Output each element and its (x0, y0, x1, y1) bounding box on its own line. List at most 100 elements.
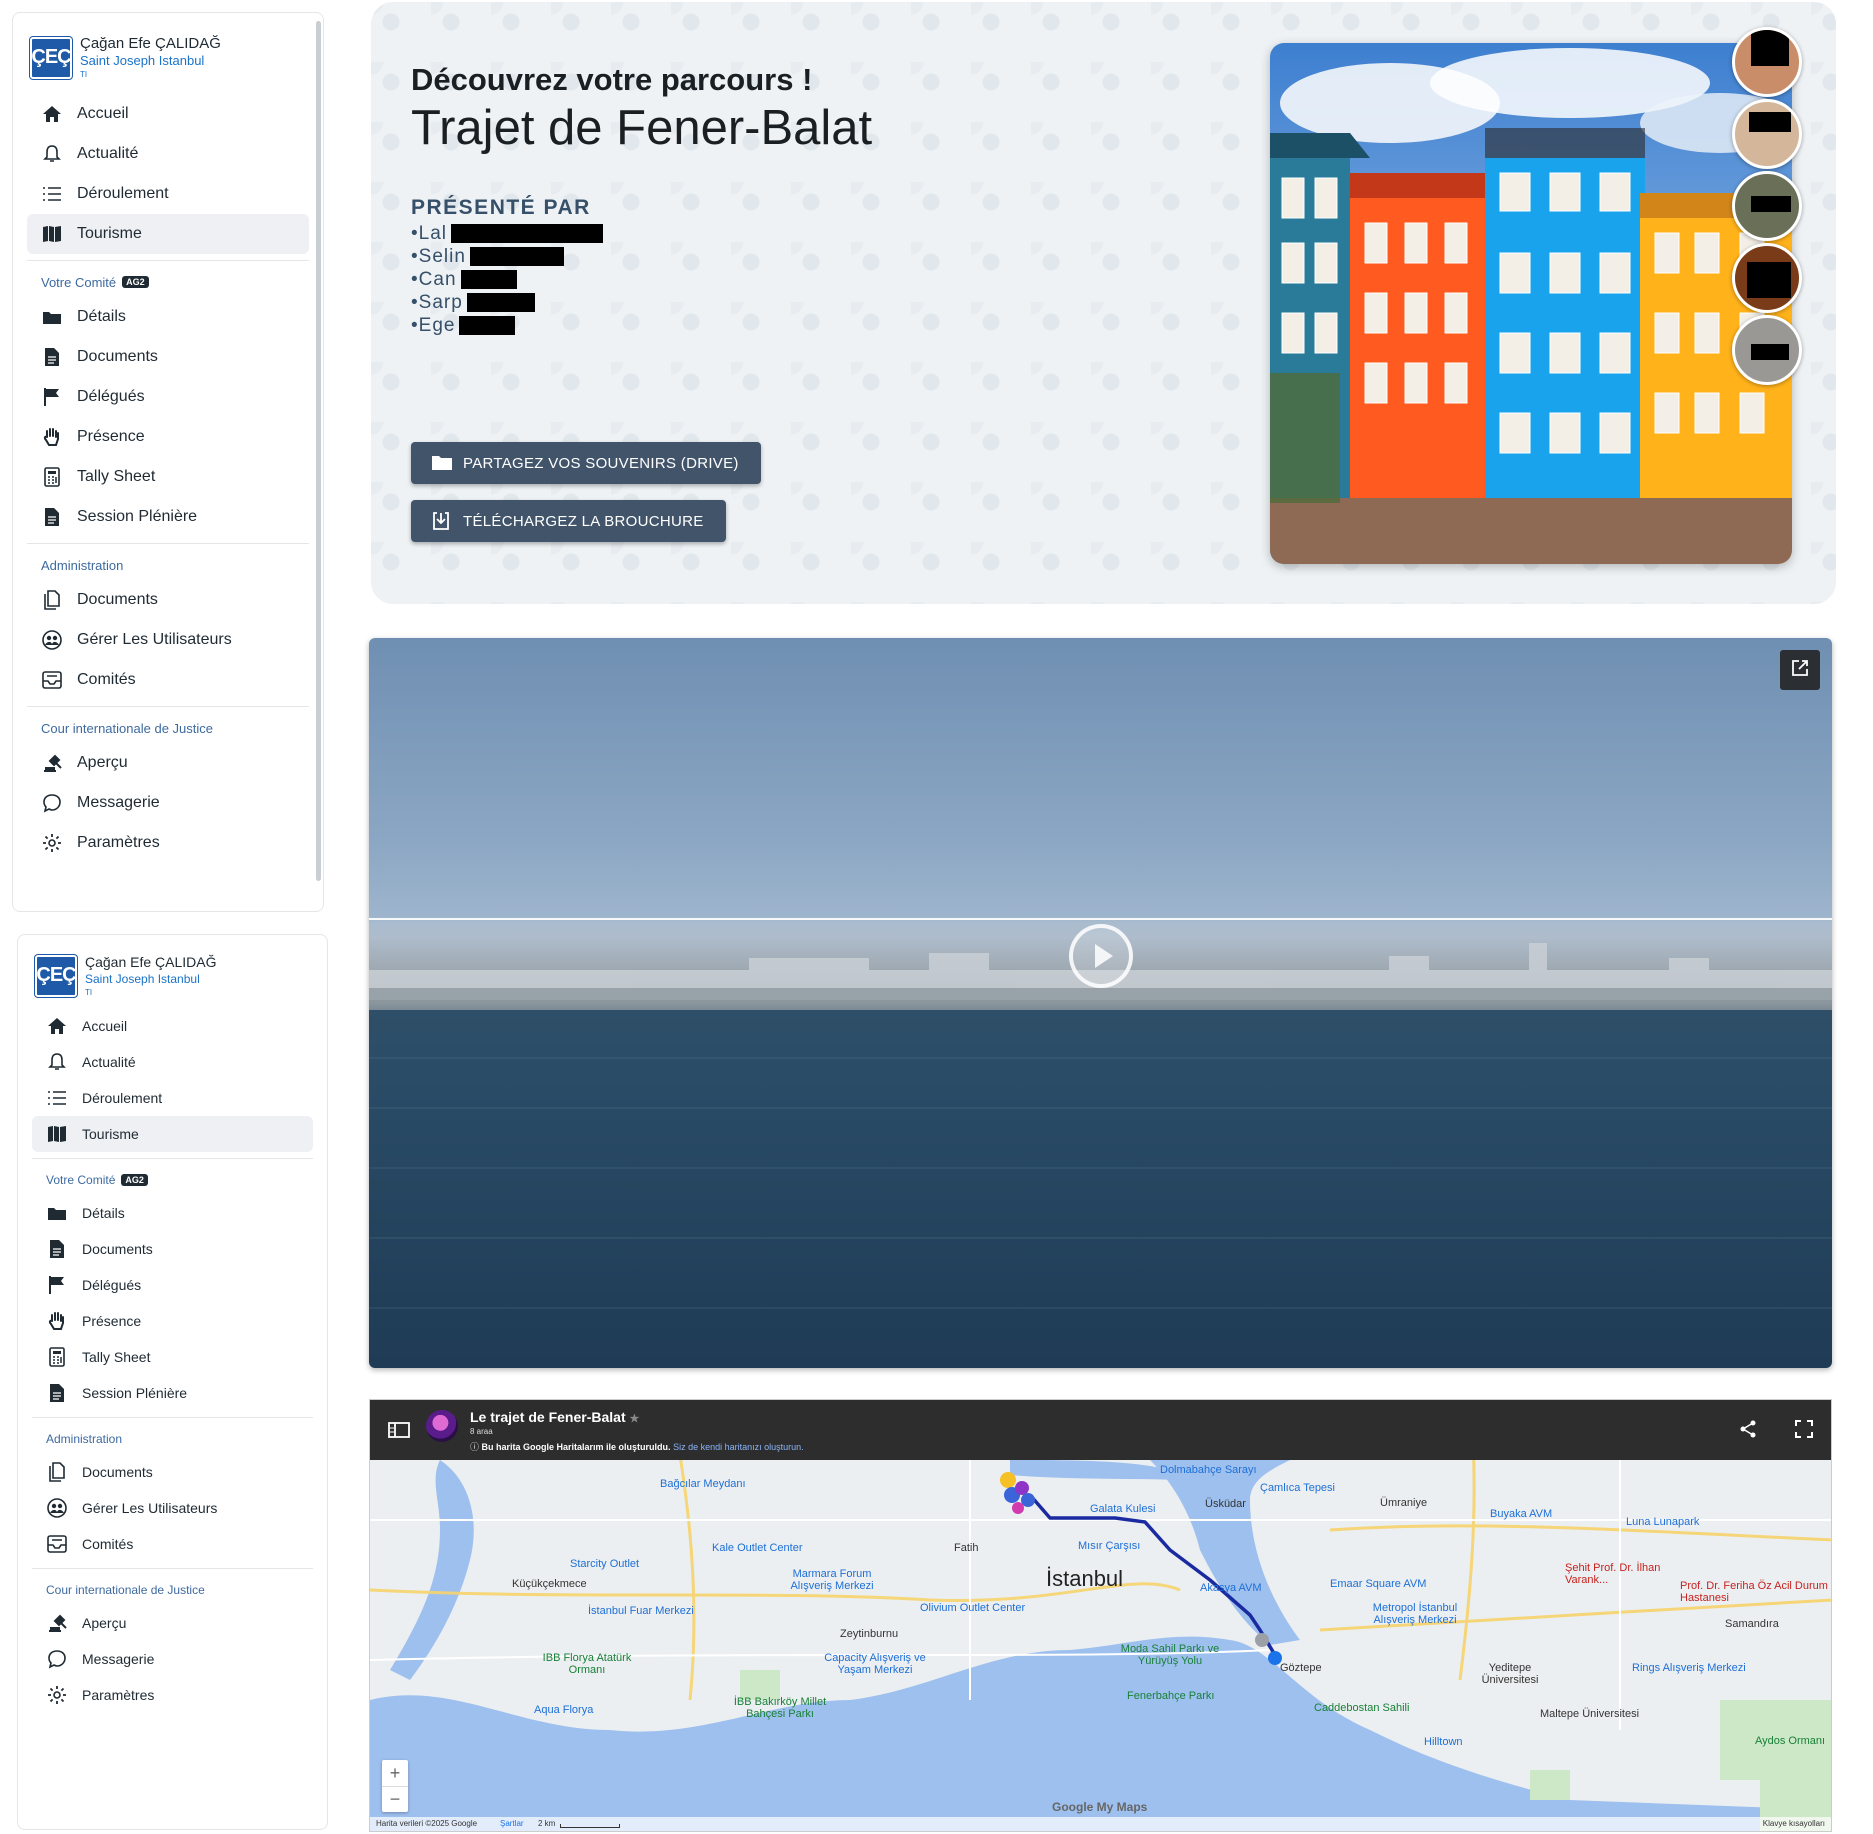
map-label[interactable]: Samandıra (1725, 1618, 1779, 1630)
map-label[interactable]: İBB Bakırköy Millet Bahçesi Parkı (730, 1696, 830, 1720)
nav-documents[interactable]: Documents (32, 1231, 313, 1267)
nav-documents[interactable]: Documents (27, 337, 309, 377)
map-label[interactable]: Akasya AVM (1200, 1582, 1262, 1594)
map-label[interactable]: Caddebostan Sahili (1314, 1702, 1409, 1714)
presenter-avatar[interactable] (1732, 99, 1802, 169)
nav-label: Déroulement (82, 1090, 163, 1106)
map-label[interactable]: Küçükçekmece (512, 1578, 587, 1590)
map-label[interactable]: Zeytinburnu (840, 1628, 898, 1640)
nav-apercu[interactable]: Aperçu (32, 1605, 313, 1641)
nav-delegues[interactable]: Délégués (27, 377, 309, 417)
presenter-avatar[interactable] (1732, 315, 1802, 385)
map-label[interactable]: Çamlıca Tepesi (1260, 1482, 1335, 1494)
map-label[interactable]: Moda Sahil Parkı ve Yürüyüş Yolu (1110, 1643, 1230, 1667)
nav-accueil[interactable]: Accueil (27, 94, 309, 134)
nav-tourisme[interactable]: Tourisme (27, 214, 309, 254)
map-label[interactable]: Aydos Ormanı (1755, 1735, 1825, 1747)
nav-apercu[interactable]: Aperçu (27, 743, 309, 783)
map-label[interactable]: Starcity Outlet (570, 1558, 639, 1570)
star-icon[interactable]: ★ (630, 1413, 640, 1425)
create-map-link[interactable]: Siz de kendi haritanızı oluşturun. (673, 1442, 804, 1452)
nav-actualite[interactable]: Actualité (32, 1044, 313, 1080)
map-label[interactable]: Capacity Alışveriş ve Yaşam Merkezi (810, 1652, 940, 1676)
play-button[interactable] (1069, 924, 1133, 988)
nav-parametres[interactable]: Paramètres (32, 1677, 313, 1713)
zoom-in-button[interactable]: + (382, 1760, 408, 1786)
nav-label: Documents (82, 1241, 153, 1257)
google-my-maps-embed[interactable]: Bağcılar Meydanı Dolmabahçe Sarayı Çamlı… (369, 1399, 1832, 1832)
nav-tourisme[interactable]: Tourisme (32, 1116, 313, 1152)
presenter-avatar[interactable] (1732, 171, 1802, 241)
nav-messagerie[interactable]: Messagerie (27, 783, 309, 823)
nav-tally-sheet[interactable]: Tally Sheet (27, 457, 309, 497)
map-label[interactable]: Ümraniye (1380, 1497, 1427, 1509)
map-label[interactable]: Olivium Outlet Center (920, 1602, 1025, 1614)
map-label[interactable]: Marmara Forum Alışveriş Merkezi (772, 1568, 892, 1592)
video-player[interactable] (369, 638, 1832, 1368)
map-label[interactable]: Buyaka AVM (1490, 1508, 1552, 1520)
map-label[interactable]: Mısır Çarşısı (1078, 1540, 1140, 1552)
nav-deroulement[interactable]: Déroulement (27, 174, 309, 214)
nav-details[interactable]: Détails (32, 1195, 313, 1231)
nav-tally-sheet[interactable]: Tally Sheet (32, 1339, 313, 1375)
map-label[interactable]: Hilltown (1424, 1736, 1463, 1748)
nav-admin-documents[interactable]: Documents (27, 580, 309, 620)
map-label[interactable]: Göztepe (1280, 1662, 1322, 1674)
nav-gerer-utilisateurs[interactable]: Gérer Les Utilisateurs (32, 1490, 313, 1526)
nav-parametres[interactable]: Paramètres (27, 823, 309, 863)
map-label[interactable]: Prof. Dr. Feriha Öz Acil Durum Hastanesi (1680, 1580, 1830, 1604)
sidebar-duplicate: ÇEÇ Çağan Efe ÇALIDAĞ Saint Joseph Istan… (17, 934, 328, 1830)
users-icon (46, 1497, 68, 1519)
nav-comites[interactable]: Comités (32, 1526, 313, 1562)
map-label[interactable]: Emaar Square AVM (1330, 1578, 1426, 1590)
map-label[interactable]: Şehit Prof. Dr. İlhan Varank... (1565, 1562, 1665, 1586)
nav-label: Accueil (77, 105, 129, 122)
nav-presence[interactable]: Présence (32, 1303, 313, 1339)
nav-actualite[interactable]: Actualité (27, 134, 309, 174)
nav-session-pleniere[interactable]: Session Plénière (32, 1375, 313, 1411)
user-profile[interactable]: ÇEÇ Çağan Efe ÇALIDAĞ Saint Joseph Istan… (13, 13, 323, 80)
hand-icon (46, 1310, 68, 1332)
map-owner-avatar[interactable] (426, 1410, 458, 1442)
map-label[interactable]: Dolmabahçe Sarayı (1160, 1464, 1257, 1476)
presenter-avatar[interactable] (1732, 243, 1802, 313)
map-label[interactable]: Metropol İstanbul Alışveriş Merkezi (1355, 1602, 1475, 1626)
download-brochure-button[interactable]: TÉLÉCHARGEZ LA BROUCHURE (411, 500, 726, 542)
map-sidebar-toggle-icon[interactable] (388, 1422, 410, 1443)
share-icon[interactable] (1739, 1420, 1757, 1443)
user-profile[interactable]: ÇEÇ Çağan Efe ÇALIDAĞ Saint Joseph Istan… (18, 935, 327, 998)
keyboard-shortcuts-link[interactable]: Klavye kısayolları (1763, 1819, 1825, 1828)
nav-deroulement[interactable]: Déroulement (32, 1080, 313, 1116)
map-label[interactable]: Luna Lunapark (1626, 1516, 1699, 1528)
nav-admin-documents[interactable]: Documents (32, 1454, 313, 1490)
map-label[interactable]: Üsküdar (1205, 1498, 1246, 1510)
nav-accueil[interactable]: Accueil (32, 1008, 313, 1044)
nav-delegues[interactable]: Délégués (32, 1267, 313, 1303)
map-label[interactable]: Kale Outlet Center (712, 1542, 803, 1554)
map-label[interactable]: Galata Kulesi (1090, 1503, 1155, 1515)
nav-session-pleniere[interactable]: Session Plénière (27, 497, 309, 537)
nav-comites[interactable]: Comités (27, 660, 309, 700)
open-external-button[interactable] (1780, 650, 1820, 690)
sidebar-scrollbar[interactable] (316, 21, 321, 881)
nav-presence[interactable]: Présence (27, 417, 309, 457)
presenter-avatar[interactable] (1732, 27, 1802, 97)
map-label[interactable]: Fenerbahçe Parkı (1127, 1690, 1214, 1702)
nav-gerer-utilisateurs[interactable]: Gérer Les Utilisateurs (27, 620, 309, 660)
fullscreen-icon[interactable] (1795, 1420, 1813, 1443)
map-title[interactable]: Le trajet de Fener-Balat ★ (470, 1409, 639, 1425)
map-label[interactable]: Rings Alışveriş Merkezi (1632, 1662, 1746, 1674)
scale-bar (560, 1824, 620, 1828)
terms-link[interactable]: Şartlar (500, 1819, 524, 1828)
map-label[interactable]: Aqua Florya (534, 1704, 593, 1716)
nav-details[interactable]: Détails (27, 297, 309, 337)
map-label[interactable]: Maltepe Üniversitesi (1540, 1708, 1639, 1720)
map-label[interactable]: IBB Florya Atatürk Ormanı (542, 1652, 632, 1676)
map-label[interactable]: Bağcılar Meydanı (660, 1478, 746, 1490)
share-drive-button[interactable]: PARTAGEZ VOS SOUVENIRS (DRIVE) (411, 442, 761, 484)
map-label[interactable]: Fatih (954, 1542, 978, 1554)
zoom-out-button[interactable]: − (382, 1786, 408, 1812)
nav-messagerie[interactable]: Messagerie (32, 1641, 313, 1677)
map-label[interactable]: Yeditepe Üniversitesi (1470, 1662, 1550, 1686)
map-label[interactable]: İstanbul Fuar Merkezi (588, 1605, 694, 1617)
